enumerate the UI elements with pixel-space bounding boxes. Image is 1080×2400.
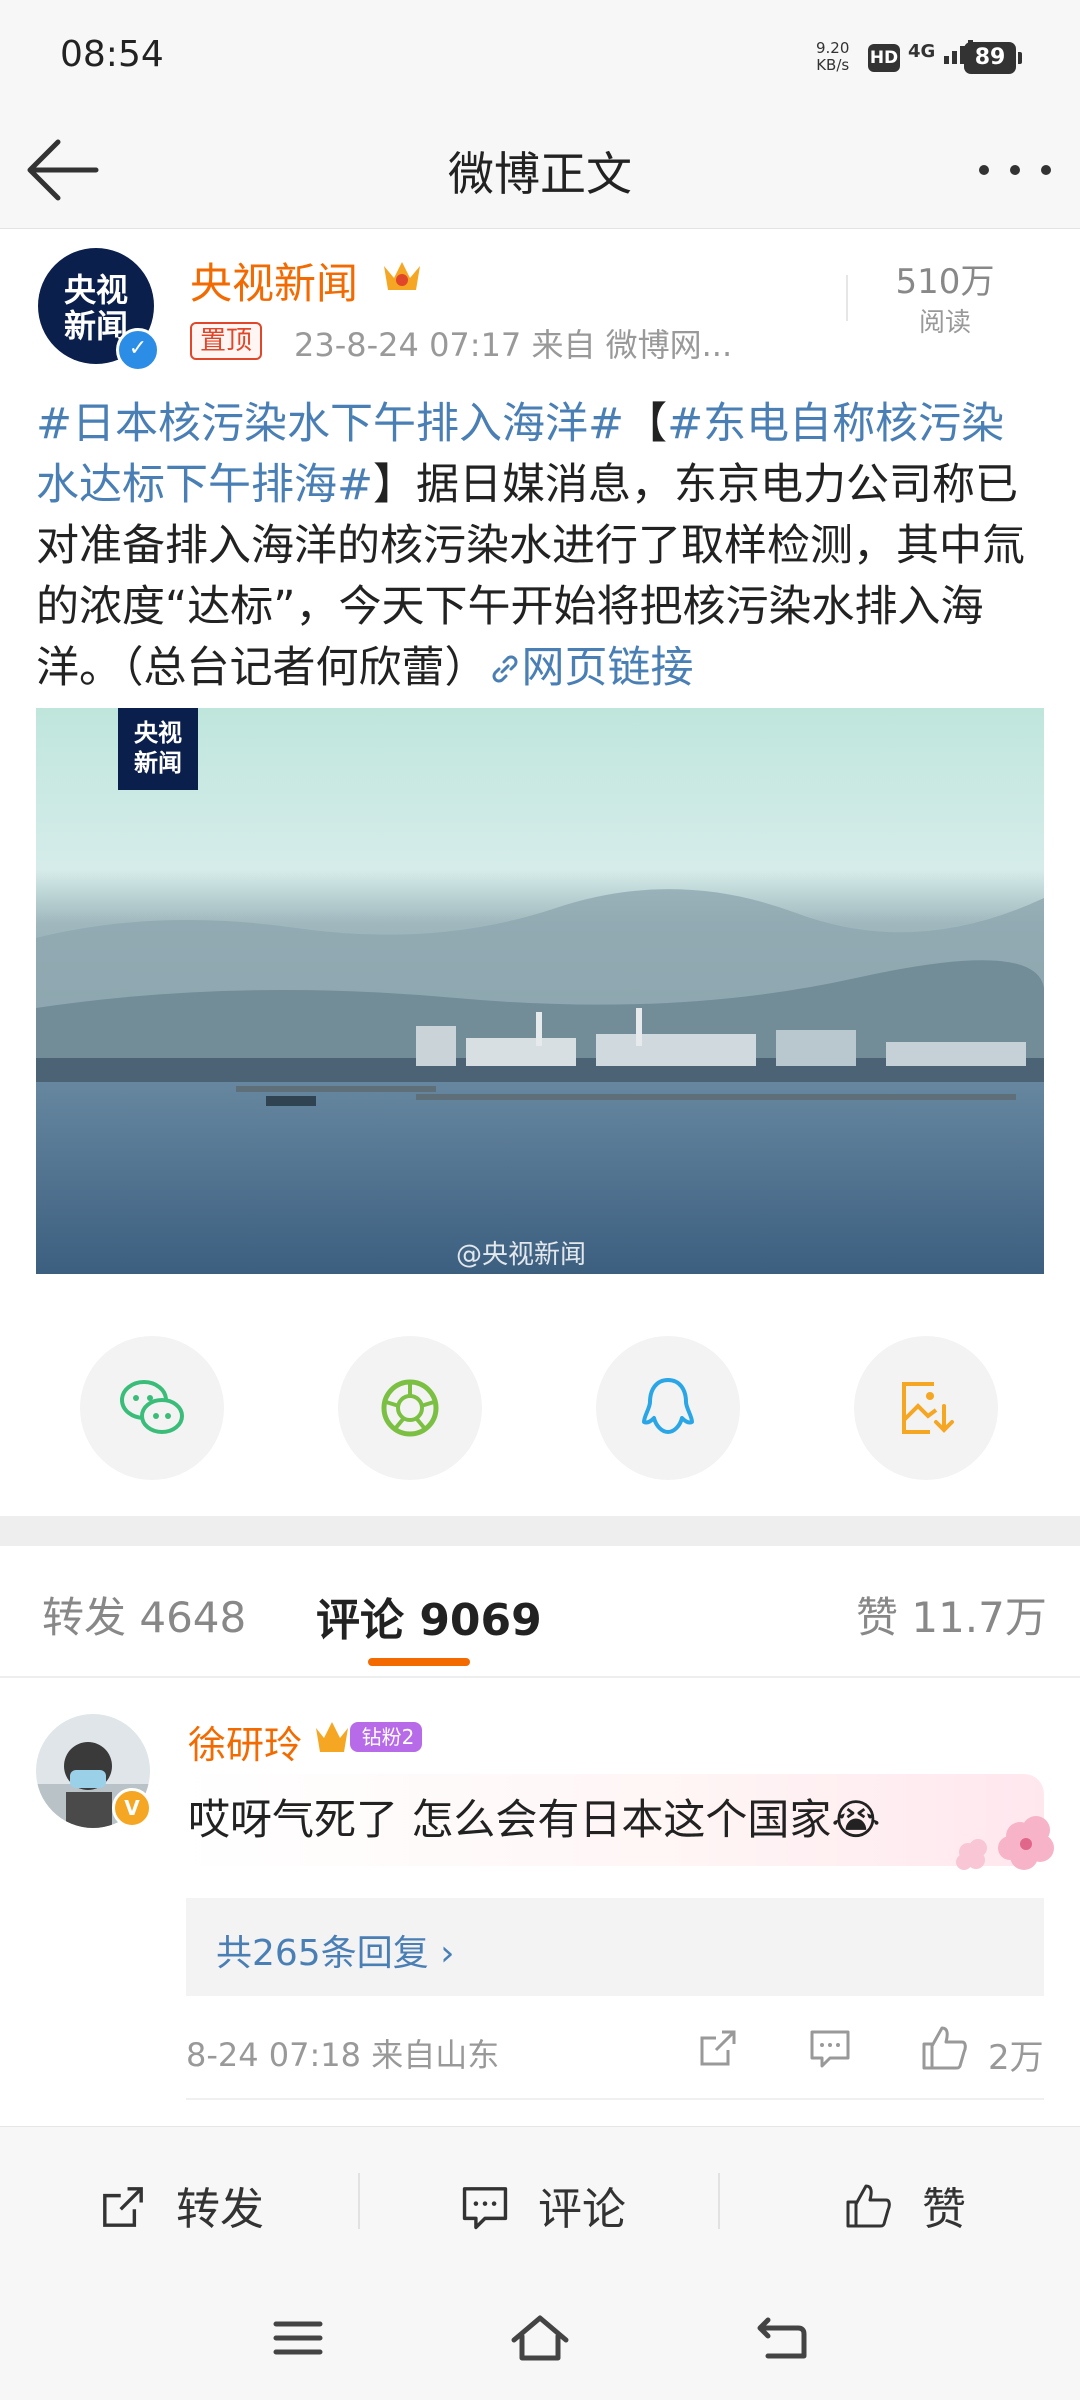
hd-icon: HD — [868, 44, 900, 72]
commenter-name[interactable]: 徐研玲 — [188, 1714, 302, 1769]
comment-divider — [186, 2098, 1044, 2100]
image-channel-logo: 央视 新闻 — [118, 708, 198, 790]
tab-active-indicator — [368, 1658, 470, 1666]
more-button[interactable] — [970, 140, 1060, 200]
post-meta: 23-8-24 07:17 来自 微博网... — [294, 326, 733, 364]
comment-like-button[interactable] — [918, 2022, 970, 2078]
repost-action-button[interactable]: 转发 — [98, 2173, 264, 2237]
comment-meta: 8-24 07:18 来自山东 — [186, 2036, 500, 2074]
home-icon — [511, 2315, 569, 2361]
save-image-icon — [902, 1382, 954, 1434]
action-bar: 转发 评论 赞 — [0, 2126, 1080, 2277]
share-moments-button[interactable] — [338, 1336, 482, 1480]
save-image-button[interactable] — [854, 1336, 998, 1480]
read-label: 阅读 — [918, 308, 971, 338]
comment-action-button[interactable]: 评论 — [460, 2173, 626, 2237]
comment-action-label: 评论 — [538, 2184, 626, 2235]
page-title: 微博正文 — [448, 147, 632, 201]
home-nav-button[interactable] — [508, 2310, 572, 2370]
author-name[interactable]: 央视新闻 — [190, 250, 358, 311]
fan-badge: 钻粉2 — [314, 1716, 424, 1756]
menu-icon — [273, 2321, 323, 2355]
qq-icon — [642, 1378, 694, 1434]
network-speed-value: 9.20 — [816, 39, 850, 57]
comment-reply-button[interactable] — [808, 2026, 852, 2074]
comment-icon — [462, 2187, 508, 2230]
tabs-divider — [0, 1676, 1080, 1678]
comment-text: 哎呀气死了 怎么会有日本这个国家😭 — [188, 1795, 881, 1844]
pinned-badge: 置顶 — [190, 322, 263, 360]
battery-icon: 89 — [964, 42, 1022, 74]
network-speed: 9.20 KB/s — [816, 40, 849, 74]
back-nav-button[interactable] — [754, 2312, 810, 2368]
avatar-logo-line1: 央视 — [63, 271, 128, 309]
system-nav-bar — [0, 2276, 1080, 2400]
repost-action-label: 转发 — [176, 2184, 264, 2235]
image-watermark: @央视新闻 — [456, 1240, 587, 1270]
network-type: 4G — [908, 41, 936, 62]
header-divider — [846, 275, 848, 321]
comment-repost-button[interactable] — [696, 2026, 740, 2074]
return-icon — [757, 2317, 807, 2359]
fan-badge-label: 钻粉2 — [361, 1725, 415, 1749]
share-qq-button[interactable] — [596, 1336, 740, 1480]
status-time: 08:54 — [60, 34, 164, 75]
web-link-label: 网页链接 — [521, 643, 694, 693]
image-logo-line1: 央视 — [134, 719, 182, 747]
comment-icon — [810, 2030, 850, 2068]
post-text: #日本核污染水下午排入海洋#【#东电自称核污染水达标下午排海#】据日媒消息，东京… — [36, 394, 1046, 699]
nav-bar: 微博正文 — [0, 110, 1080, 229]
vip-icon: V — [112, 1788, 152, 1828]
tab-comment[interactable]: 评论 9069 — [316, 1584, 542, 1648]
action-divider — [358, 2173, 360, 2229]
replies-link[interactable]: 共265条回复 › — [216, 1924, 455, 1976]
tab-repost[interactable]: 转发 4648 — [42, 1584, 246, 1645]
status-bar: 08:54 9.20 KB/s HD 4G 89 — [0, 0, 1080, 110]
post-text-bracket: 【 — [624, 399, 668, 449]
harbor-photo — [36, 708, 1044, 1274]
menu-nav-button[interactable] — [270, 2316, 326, 2364]
read-count: 510万 — [895, 262, 995, 302]
crown-badge-icon — [380, 256, 424, 300]
more-dots-icon — [979, 165, 1051, 175]
like-action-label: 赞 — [922, 2184, 966, 2235]
thumbs-up-icon — [846, 2184, 891, 2228]
verified-icon: ✓ — [116, 328, 160, 372]
section-separator — [0, 1516, 1080, 1546]
thumbs-up-icon — [922, 2026, 967, 2070]
repost-icon — [103, 2187, 143, 2227]
web-link[interactable]: 网页链接 — [488, 643, 694, 693]
link-icon — [492, 655, 517, 683]
repost-icon — [700, 2030, 736, 2066]
comment-like-count: 2万 — [988, 2038, 1044, 2078]
post-image[interactable]: 央视 新闻 @央视新闻 — [36, 708, 1044, 1274]
topic-link[interactable]: #日本核污染水下午排入海洋# — [36, 399, 624, 449]
tab-like[interactable]: 赞 11.7万 — [856, 1584, 1047, 1645]
wechat-icon — [120, 1380, 184, 1434]
like-action-button[interactable]: 赞 — [842, 2173, 966, 2237]
image-logo-line2: 新闻 — [134, 749, 182, 777]
flower-decoration-icon — [940, 1800, 1060, 1884]
moments-icon — [381, 1379, 439, 1437]
network-speed-unit: KB/s — [816, 56, 850, 74]
share-wechat-button[interactable] — [80, 1336, 224, 1480]
action-divider — [718, 2173, 720, 2229]
